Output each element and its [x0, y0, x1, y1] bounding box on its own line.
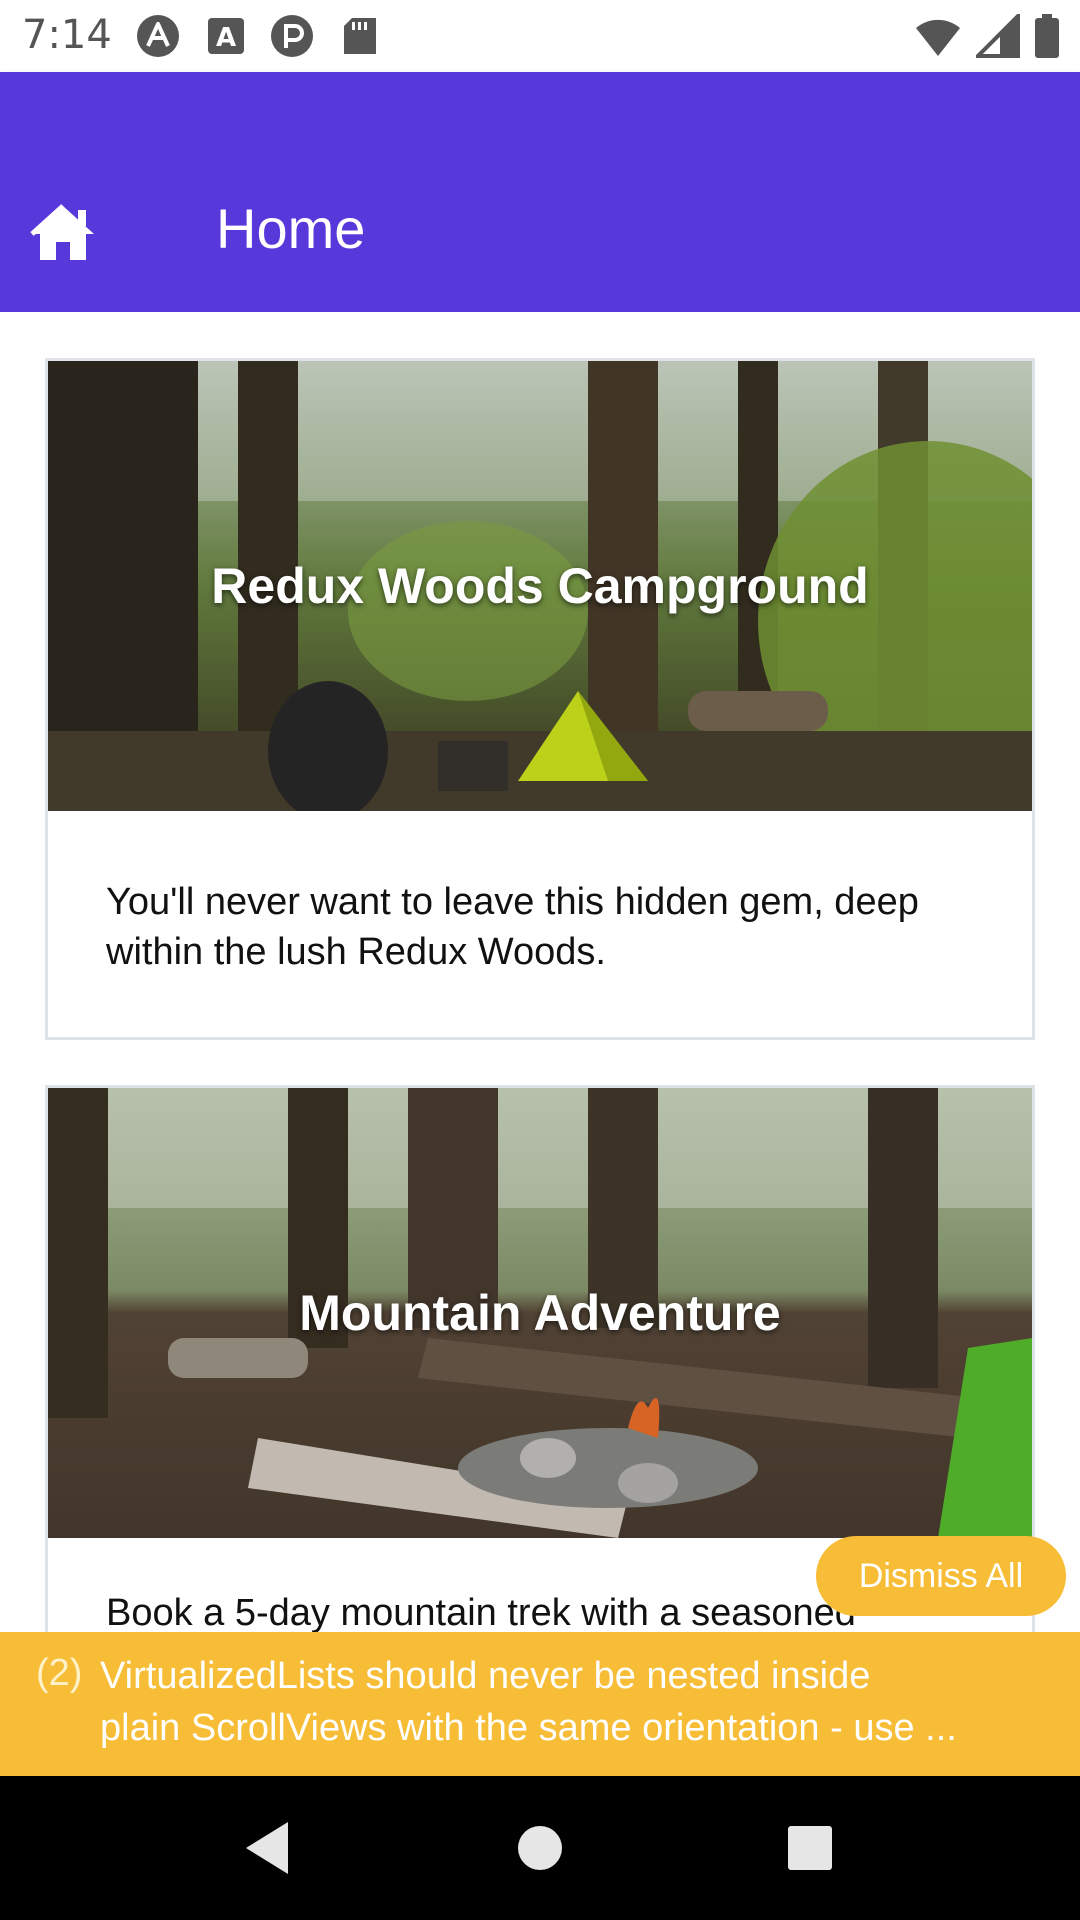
card-title: Mountain Adventure	[299, 1285, 781, 1341]
warning-count: (2)	[36, 1652, 83, 1694]
home-icon[interactable]	[30, 202, 96, 262]
warning-message: VirtualizedLists should never be nested …	[100, 1655, 957, 1749]
card-image-campfire: Mountain Adventure	[48, 1088, 1032, 1538]
recents-icon[interactable]	[780, 1818, 840, 1878]
status-bar: 7:14 A	[0, 0, 1080, 72]
status-time: 7:14	[22, 12, 112, 58]
campground-card[interactable]: Redux Woods Campground You'll never want…	[45, 358, 1035, 1040]
svg-text:A: A	[216, 23, 236, 53]
autofill-icon	[137, 15, 179, 57]
a-icon: A	[208, 18, 244, 54]
page-title: Home	[216, 197, 366, 260]
system-nav-bar	[0, 1776, 1080, 1920]
warning-banner[interactable]: (2) VirtualizedLists should never be nes…	[0, 1632, 1080, 1776]
wifi-icon	[916, 19, 960, 56]
card-title: Redux Woods Campground	[211, 558, 869, 614]
card-image-forest-tent: Redux Woods Campground	[48, 361, 1032, 811]
back-icon[interactable]	[238, 1818, 298, 1878]
dismiss-all-button[interactable]: Dismiss All	[816, 1536, 1066, 1616]
battery-icon	[1035, 14, 1059, 58]
p-icon	[271, 15, 313, 57]
card-description: You'll never want to leave this hidden g…	[106, 881, 919, 973]
signal-icon	[976, 14, 1020, 58]
sd-card-icon	[344, 18, 376, 54]
status-right-icons	[914, 12, 1060, 60]
app-bar: Home	[0, 72, 1080, 312]
home-circle-icon[interactable]	[510, 1818, 570, 1878]
